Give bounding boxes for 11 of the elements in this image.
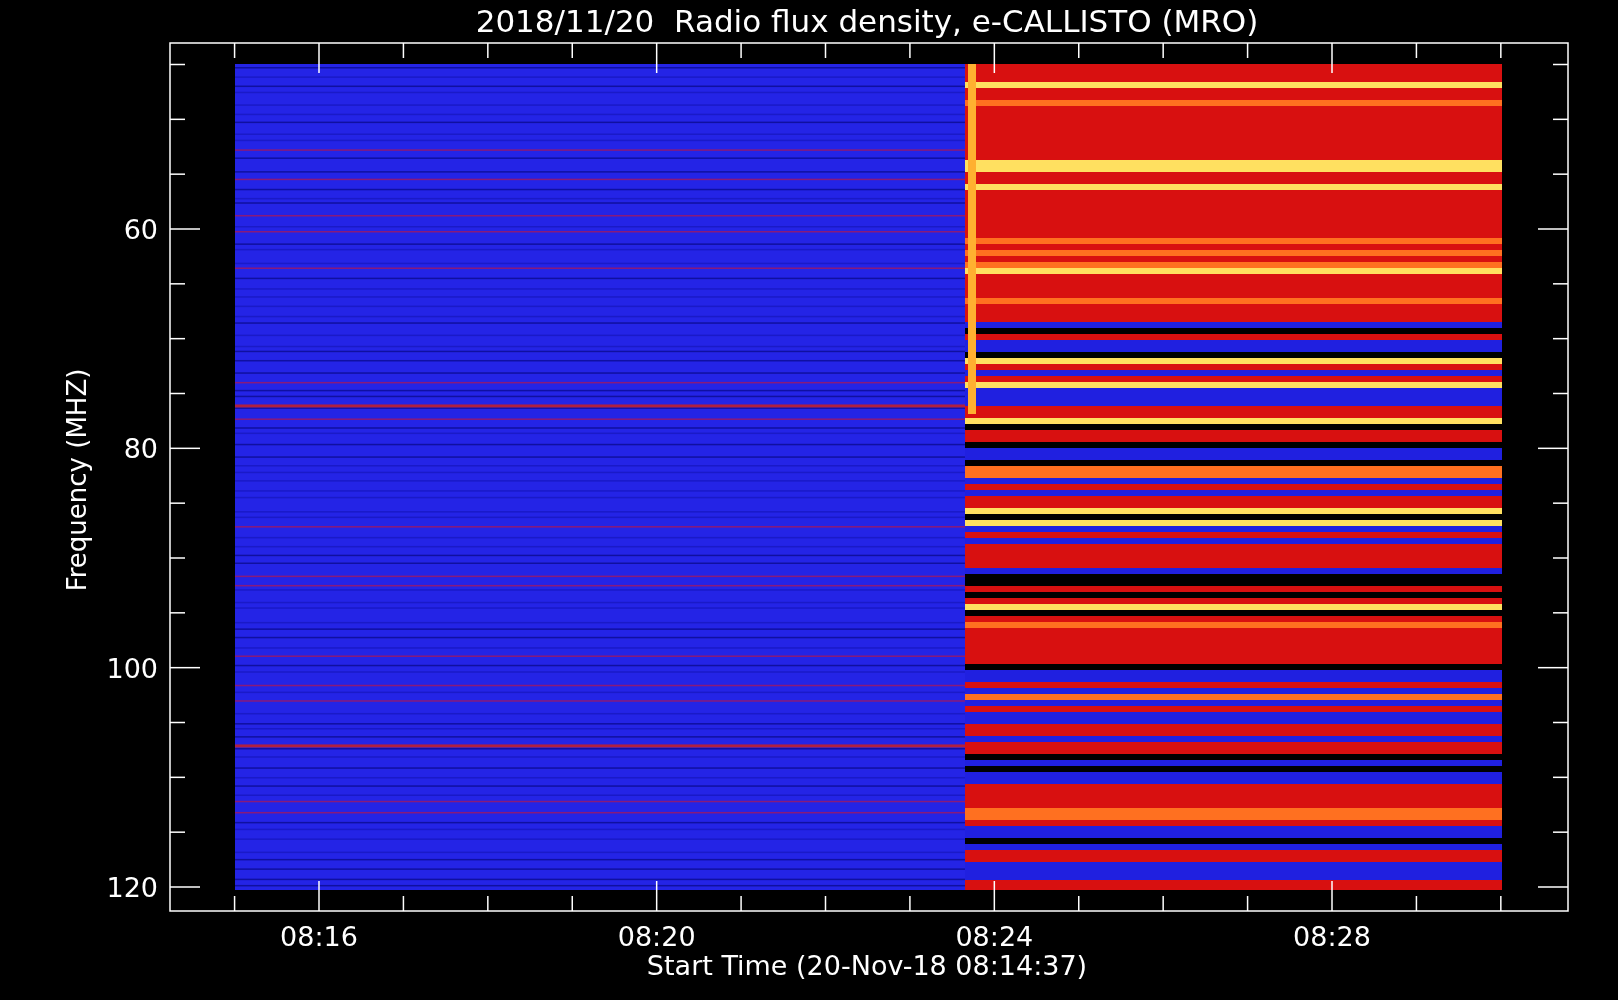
y-tick-label: 60: [123, 214, 158, 245]
x-tick-label: 08:16: [280, 921, 358, 952]
y-tick-label: 100: [106, 652, 158, 684]
x-tick-label: 08:24: [955, 921, 1034, 952]
y-tick-label: 80: [123, 433, 158, 465]
x-tick-label: 08:28: [1293, 921, 1371, 952]
y-tick-label: 120: [106, 872, 158, 903]
x-axis-label: Start Time (20-Nov-18 08:14:37): [646, 950, 1088, 981]
x-tick-label: 08:20: [617, 921, 696, 952]
plot-title: 2018/11/20 Radio flux density, e-CALLISTO (MRO): [475, 3, 1259, 39]
y-axis-label: Frequency (MHZ): [62, 368, 92, 592]
